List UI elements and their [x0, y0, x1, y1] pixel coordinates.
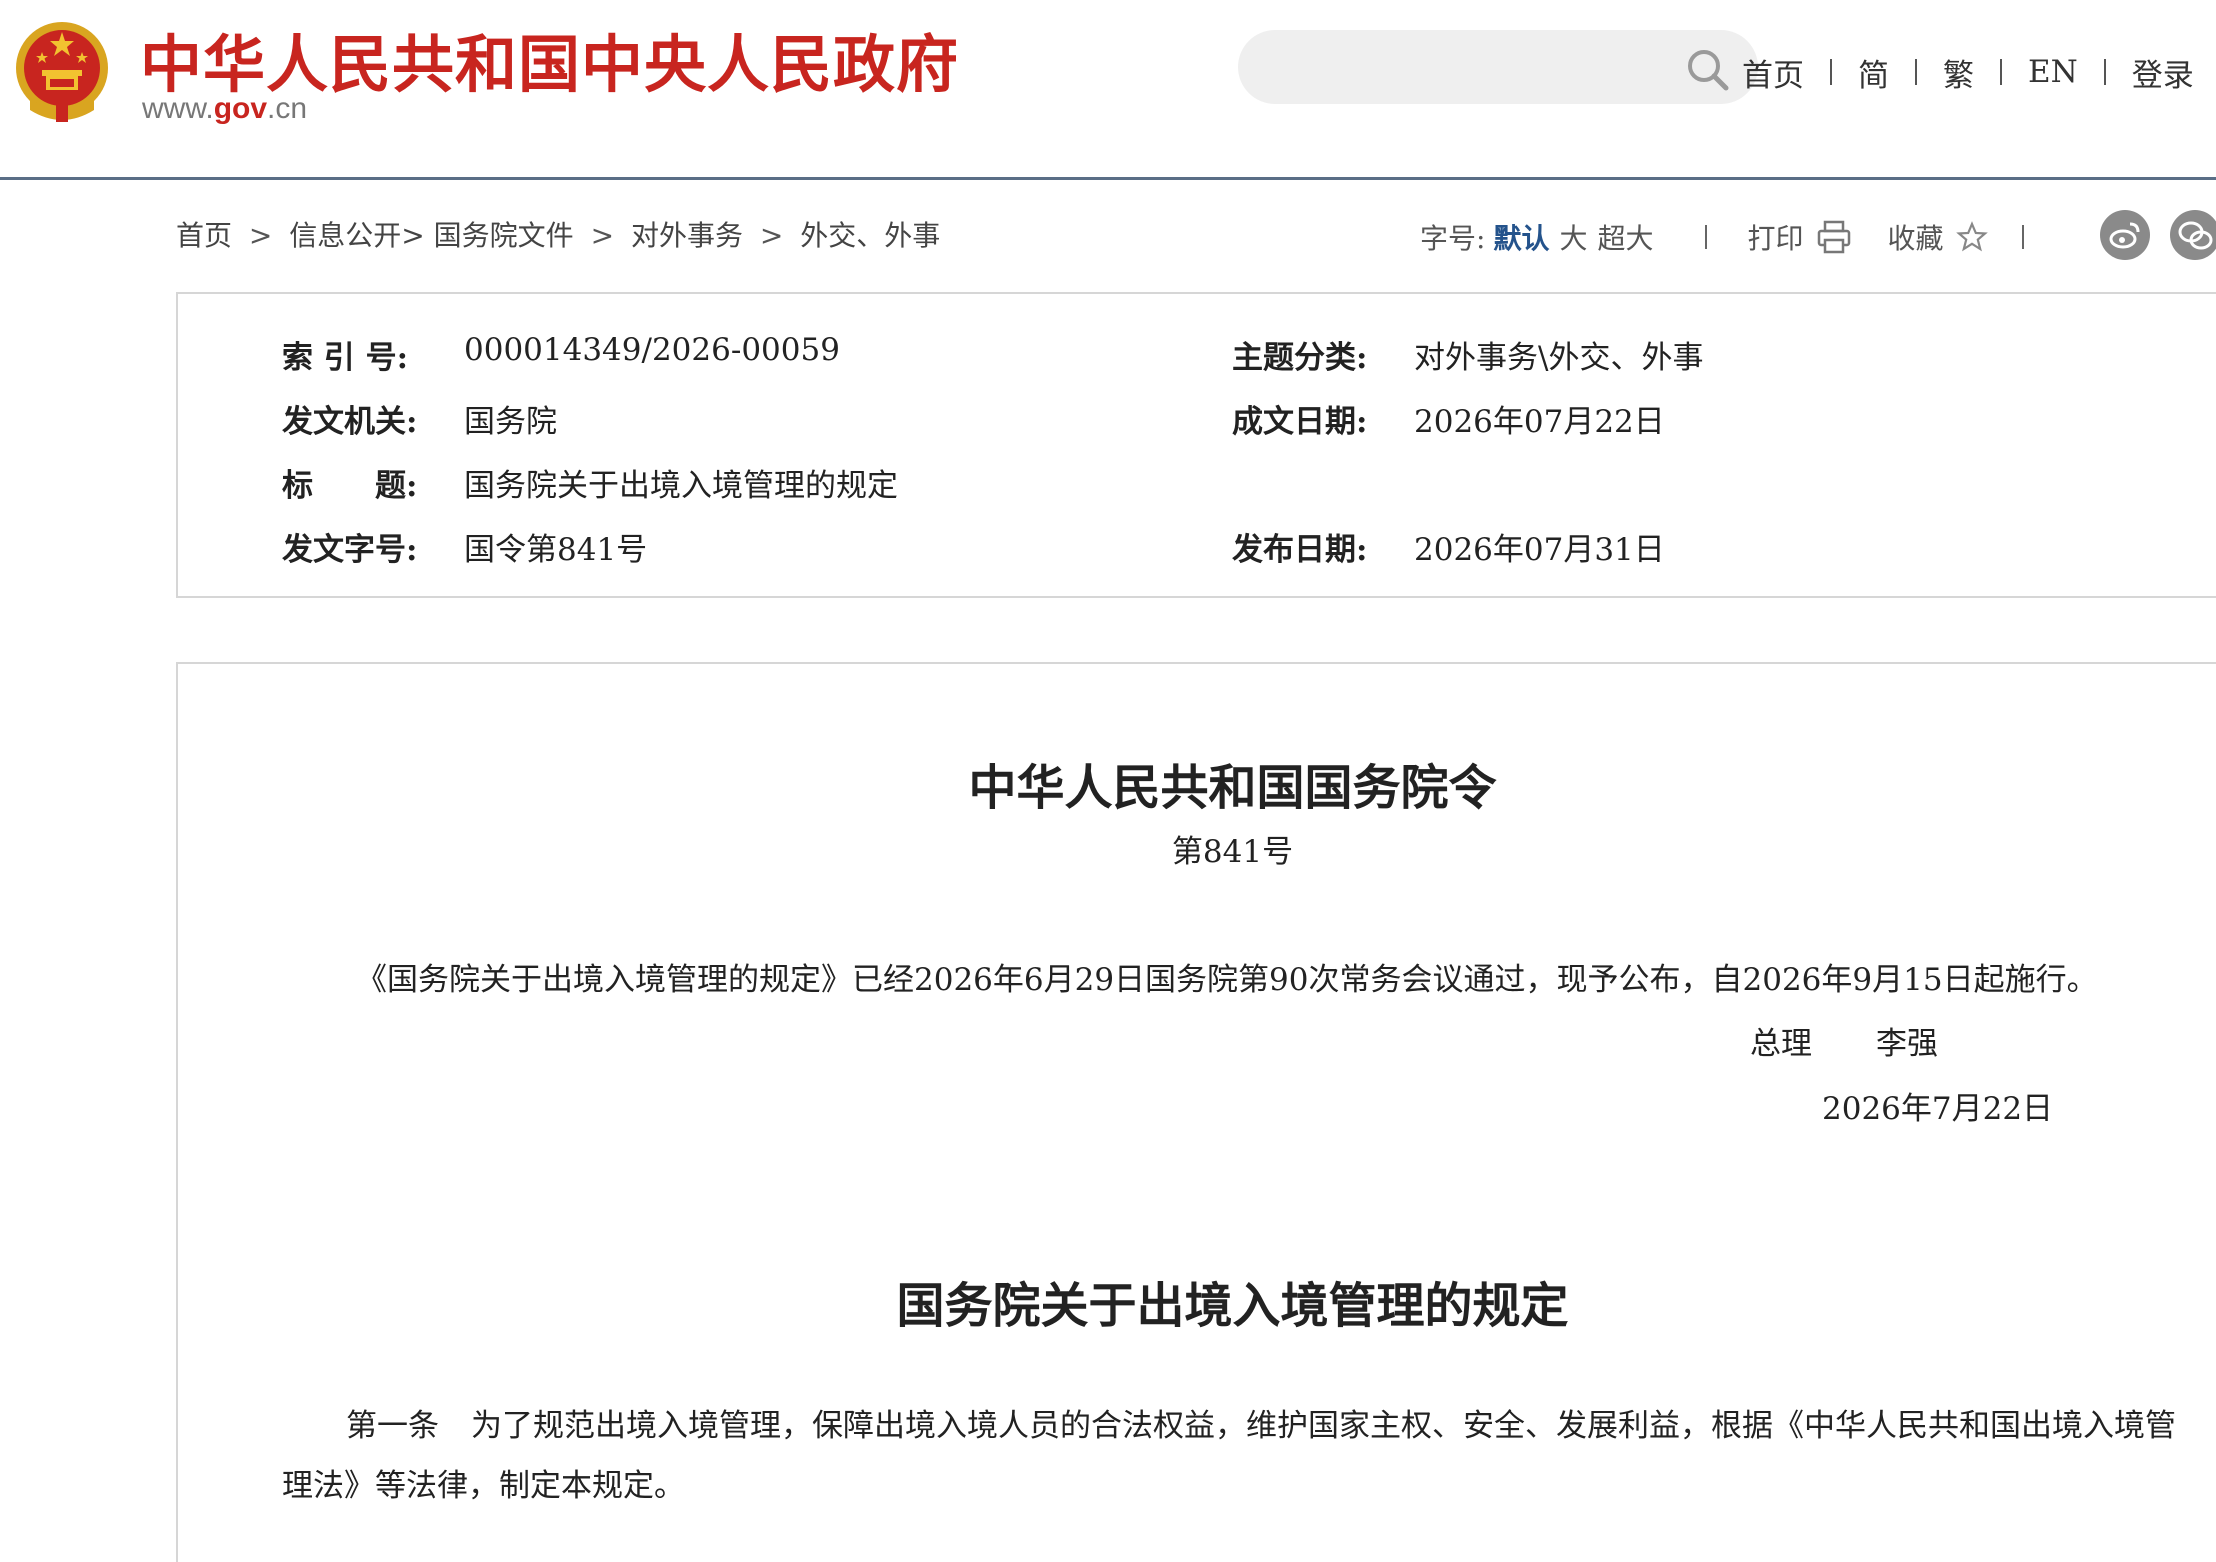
- nav-simplified[interactable]: 简: [1858, 50, 1889, 95]
- tools-divider: [2021, 225, 2024, 249]
- decree-title: 中华人民共和国国务院令: [968, 760, 1497, 816]
- title-value: 国务院关于出境入境管理的规定: [464, 468, 898, 504]
- issuing-authority-value: 国务院: [464, 404, 557, 440]
- decree-text: 《国务院关于出境入境管理的规定》已经2026年6月29日国务院第90次常务会议通…: [356, 962, 2098, 998]
- article-text: 为了规范出境入境管理，保障出境入境人员的合法权益，维护国家主权、安全、发展利益，…: [282, 1408, 2176, 1504]
- nav-divider: [1830, 59, 1832, 85]
- nav-divider: [2000, 59, 2002, 85]
- search-icon[interactable]: [1686, 48, 1730, 92]
- search-input[interactable]: [1238, 30, 1758, 104]
- breadcrumb-home[interactable]: 首页: [176, 219, 232, 252]
- signer: 总理 李强: [1750, 1018, 1938, 1063]
- favorite-label[interactable]: 收藏: [1888, 217, 1944, 257]
- breadcrumb-separator: >: [581, 219, 623, 252]
- article-paragraph: 第一条 为了规范出境入境管理，保障出境入境人员的合法权益，维护国家主权、安全、发展…: [282, 1396, 2192, 1516]
- publish-date-label: 发布日期:: [1232, 532, 1368, 568]
- font-size-xlarge[interactable]: 超大: [1597, 217, 1653, 257]
- written-date-label: 成文日期:: [1232, 404, 1368, 440]
- decree-number: 第841号: [1171, 834, 1294, 870]
- written-date-value: 2026年07月22日: [1414, 404, 1665, 440]
- print-icon[interactable]: [1816, 219, 1852, 255]
- star-icon[interactable]: [1955, 221, 1988, 253]
- index-number-label: 索 引 号:: [282, 340, 409, 376]
- nav-traditional[interactable]: 繁: [1943, 50, 1974, 95]
- breadcrumb-info-disclosure[interactable]: 信息公开: [289, 219, 401, 252]
- issuing-authority-label: 发文机关:: [282, 404, 418, 440]
- font-size-default[interactable]: 默认: [1493, 217, 1549, 257]
- breadcrumb-diplomacy[interactable]: 外交、外事: [800, 219, 940, 252]
- site-title[interactable]: 中华人民共和国中央人民政府: [140, 14, 959, 104]
- article-number: 第一条: [346, 1408, 439, 1444]
- tools-divider: [1705, 225, 1708, 249]
- breadcrumb-separator: >: [240, 219, 282, 252]
- site-url-prefix: www.: [142, 92, 214, 125]
- publish-date-value: 2026年07月31日: [1414, 532, 1665, 568]
- wechat-share-icon[interactable]: [2170, 210, 2216, 260]
- signer-name: 李强: [1876, 1026, 1938, 1062]
- signer-title: 总理: [1750, 1026, 1812, 1062]
- topic-category-label: 主题分类:: [1232, 340, 1368, 376]
- top-nav: 首页 简 繁 EN 登录: [1742, 50, 2216, 94]
- font-size-label: 字号:: [1420, 222, 1486, 255]
- index-number-value: 000014349/2026-00059: [464, 332, 840, 368]
- topic-category-value: 对外事务\外交、外事: [1414, 340, 1704, 376]
- breadcrumb-foreign-affairs[interactable]: 对外事务: [631, 219, 743, 252]
- nav-home[interactable]: 首页: [1742, 50, 1804, 95]
- nav-divider: [2103, 59, 2106, 85]
- breadcrumb-separator: >: [750, 219, 793, 252]
- title-label: 标 题:: [282, 468, 418, 504]
- sign-date: 2026年7月22日: [1822, 1091, 2054, 1127]
- nav-login[interactable]: 登录: [2132, 50, 2194, 95]
- site-url[interactable]: www.gov.cn: [142, 92, 307, 126]
- weibo-share-icon[interactable]: [2100, 210, 2150, 260]
- breadcrumb-state-council-docs[interactable]: 国务院文件: [434, 219, 574, 252]
- nav-english[interactable]: EN: [2028, 54, 2078, 90]
- site-url-suffix: .cn: [267, 92, 308, 125]
- page-tools: 字号: 默认 大 超大 打印 收藏: [1420, 212, 2024, 262]
- site-url-gov: gov: [213, 92, 268, 125]
- document-number-label: 发文字号:: [282, 532, 418, 568]
- print-label[interactable]: 打印: [1747, 217, 1803, 257]
- site-header: 中华人民共和国中央人民政府 www.gov.cn 首页 简 繁 EN 登录: [0, 0, 2216, 180]
- national-emblem-icon[interactable]: [10, 18, 114, 126]
- breadcrumb-separator: >: [401, 219, 434, 252]
- font-size-large[interactable]: 大: [1559, 217, 1587, 257]
- nav-divider: [1915, 59, 1917, 85]
- regulation-title: 国务院关于出境入境管理的规定: [896, 1278, 1569, 1334]
- breadcrumb: 首页 > 信息公开> 国务院文件 > 对外事务 > 外交、外事: [176, 214, 940, 254]
- document-number-value: 国令第841号: [464, 532, 648, 568]
